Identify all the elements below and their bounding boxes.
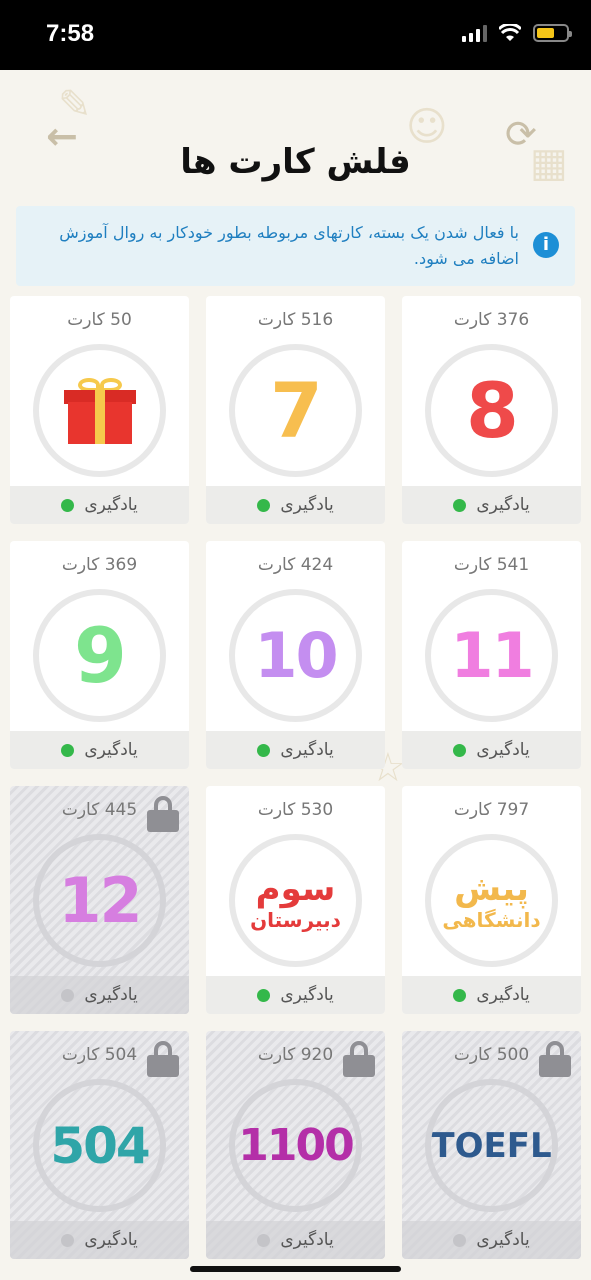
wifi-icon [499,24,521,41]
pack-badge: 12 [33,834,166,967]
card-count: 541 کارت [453,555,530,575]
card-footer: یادگیری [206,731,385,769]
pack-label: 7 [270,366,323,455]
pack-badge: 9 [33,589,166,722]
card-footer: یادگیری [206,976,385,1014]
pack-badge: 7 [229,344,362,477]
card-footer: یادگیری [206,486,385,524]
status-time: 7:58 [46,20,95,47]
info-icon: i [533,232,559,258]
pack-label: 8 [466,366,519,455]
card-count: 369 کارت [61,555,138,575]
pack-label: 504 [50,1116,150,1175]
card-count: 376 کارت [453,310,530,330]
status-label: یادگیری [476,740,530,760]
card-footer: یادگیری [402,731,581,769]
status-label: یادگیری [476,1230,530,1250]
status-dot [453,1233,467,1247]
pack-badge: سوم دبیرستان [229,834,362,967]
flashcard-pack[interactable]: 516 کارت 7 یادگیری [206,296,385,524]
pack-label: 1100 [238,1120,354,1171]
pack-label: 12 [58,864,142,937]
status-dot [453,498,467,512]
status-label: یادگیری [84,740,138,760]
lock-icon [147,796,179,832]
card-footer: یادگیری [10,731,189,769]
flashcard-pack[interactable]: 445 کارت 12 یادگیری [10,786,189,1014]
page-title: فلش کارت ها [180,142,411,182]
card-footer: یادگیری [402,1221,581,1259]
status-icons [462,24,572,42]
home-indicator [190,1266,401,1272]
status-dot [453,743,467,757]
pack-label: پیش [454,868,529,909]
flashcard-pack[interactable]: 920 کارت 1100 یادگیری [206,1031,385,1259]
lock-icon [343,1041,375,1077]
status-label: یادگیری [476,495,530,515]
flashcard-pack[interactable]: 376 کارت 8 یادگیری [402,296,581,524]
lock-icon [147,1041,179,1077]
flashcard-pack[interactable]: 541 کارت 11 یادگیری [402,541,581,769]
status-label: یادگیری [280,495,334,515]
status-label: یادگیری [84,1230,138,1250]
card-footer: یادگیری [10,486,189,524]
status-dot [61,498,75,512]
status-dot [61,743,75,757]
flashcard-pack[interactable]: 50 کارت یادگیری [10,296,189,524]
flashcard-pack[interactable]: 504 کارت 504 یادگیری [10,1031,189,1259]
card-count: 530 کارت [257,800,334,820]
card-count: 50 کارت [67,310,132,330]
card-footer: یادگیری [206,1221,385,1259]
flashcard-pack[interactable]: 530 کارت سوم دبیرستان یادگیری [206,786,385,1014]
pack-sublabel: دبیرستان [250,907,341,932]
pack-badge: TOEFL [425,1079,558,1212]
flashcard-pack[interactable]: 500 کارت TOEFL یادگیری [402,1031,581,1259]
pack-label: 9 [74,611,127,700]
status-label: یادگیری [84,985,138,1005]
status-dot [61,988,75,1002]
pack-sublabel: دانشگاهی [442,907,541,932]
pack-badge: 10 [229,589,362,722]
card-count: 424 کارت [257,555,334,575]
status-label: یادگیری [280,740,334,760]
info-banner: i با فعال شدن یک بسته، کارتهای مربوطه بط… [16,206,575,286]
pack-label: TOEFL [431,1125,552,1166]
card-footer: یادگیری [10,1221,189,1259]
refresh-icon[interactable]: ⟳ [505,114,545,154]
card-footer: یادگیری [402,976,581,1014]
pack-badge: 8 [425,344,558,477]
pack-label: 11 [450,619,534,692]
status-label: یادگیری [476,985,530,1005]
card-footer: یادگیری [10,976,189,1014]
signal-icon [462,24,487,42]
battery-icon [533,24,572,42]
lock-icon [539,1041,571,1077]
status-dot [257,988,271,1002]
status-label: یادگیری [280,1230,334,1250]
pack-label: سوم [255,868,336,909]
status-bar: 7:58 [0,0,591,70]
card-count: 797 کارت [453,800,530,820]
card-count: 516 کارت [257,310,334,330]
gift-icon [63,377,136,444]
status-dot [257,743,271,757]
status-label: یادگیری [84,495,138,515]
pack-label: 10 [254,619,338,692]
info-text: با فعال شدن یک بسته، کارتهای مربوطه بطور… [59,223,519,268]
status-label: یادگیری [280,985,334,1005]
status-dot [453,988,467,1002]
header: ← فلش کارت ها ⟳ [0,70,591,200]
pack-badge: پیش دانشگاهی [425,834,558,967]
pack-badge: 504 [33,1079,166,1212]
card-footer: یادگیری [402,486,581,524]
flashcard-pack[interactable]: 797 کارت پیش دانشگاهی یادگیری [402,786,581,1014]
status-dot [257,1233,271,1247]
status-dot [257,498,271,512]
flashcard-pack[interactable]: 424 کارت 10 یادگیری [206,541,385,769]
pack-badge [33,344,166,477]
pack-badge: 11 [425,589,558,722]
pack-badge: 1100 [229,1079,362,1212]
status-dot [61,1233,75,1247]
flashcard-pack[interactable]: 369 کارت 9 یادگیری [10,541,189,769]
